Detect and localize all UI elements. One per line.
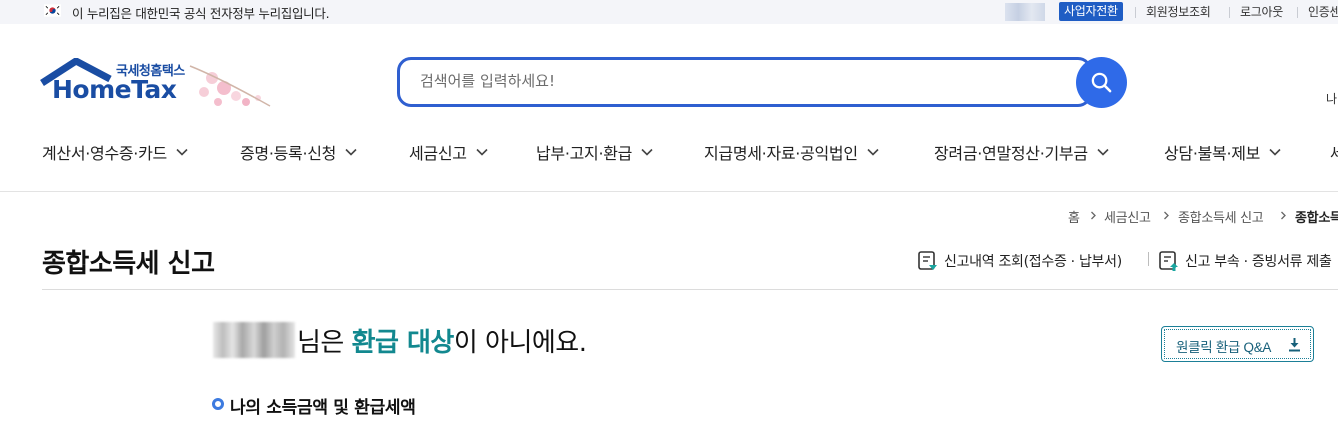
search-input[interactable] <box>420 72 1060 90</box>
gov-bar: 이 누리집은 대한민국 공식 전자정부 누리집입니다. 사업자전환 회원정보조회… <box>0 0 1338 24</box>
header-right-text: 나 <box>1326 92 1338 106</box>
user-name-redacted <box>213 322 295 358</box>
divider <box>1229 7 1230 18</box>
result-highlight: 환급 대상 <box>351 328 455 358</box>
gnb-divider <box>0 191 1338 192</box>
chevron-right-icon <box>1281 211 1286 220</box>
one-click-refund-qa-button[interactable]: 원클릭 환급 Q&A <box>1161 326 1314 362</box>
document-submit-link[interactable]: 신고 부속 · 증빙서류 제출 <box>1185 251 1332 271</box>
gnb-item-tax-report[interactable]: 세금신고 <box>409 142 488 163</box>
logo-title: HomeTax <box>52 75 177 104</box>
section-title: 나의 소득금액 및 환급세액 <box>230 398 416 418</box>
korea-flag-icon <box>44 4 61 17</box>
search-icon <box>1091 72 1112 93</box>
business-switch-button[interactable]: 사업자전환 <box>1059 2 1123 21</box>
page-title: 종합소득세 신고 <box>42 249 215 279</box>
chevron-down-icon <box>345 148 357 156</box>
result-prefix: 님은 <box>297 328 352 358</box>
chevron-down-icon <box>641 148 653 156</box>
divider <box>1297 7 1298 18</box>
gnb-label: 상담·불복·제보 <box>1164 144 1261 163</box>
gnb-item-invoice[interactable]: 계산서·영수증·카드 <box>42 142 188 163</box>
breadcrumb-current: 종합소득세 <box>1295 211 1338 226</box>
logout-link[interactable]: 로그아웃 <box>1240 3 1283 20</box>
gov-notice-text: 이 누리집은 대한민국 공식 전자정부 누리집입니다. <box>72 6 330 21</box>
gnb-item-payment-statement[interactable]: 지급명세·자료·공익법인 <box>704 142 879 163</box>
breadcrumb-income-tax[interactable]: 종합소득세 신고 <box>1178 207 1264 226</box>
chevron-down-icon <box>1097 148 1109 156</box>
member-info-link[interactable]: 회원정보조회 <box>1146 3 1211 20</box>
cert-center-link[interactable]: 인증센터 <box>1308 3 1338 20</box>
chevron-down-icon <box>476 148 488 156</box>
report-history-link[interactable]: 신고내역 조회(접수증 · 납부서) <box>944 251 1122 271</box>
download-icon <box>1289 338 1300 352</box>
breadcrumb-home[interactable]: 홈 <box>1068 207 1080 226</box>
gnb-item-more[interactable]: 세 <box>1330 142 1338 163</box>
chevron-down-icon <box>867 148 879 156</box>
gnb-label: 세금신고 <box>409 144 467 163</box>
search-box <box>397 57 1092 107</box>
gnb-label: 납부·고지·환급 <box>536 144 633 163</box>
breadcrumb-tax-report[interactable]: 세금신고 <box>1104 207 1151 226</box>
section-bullet-icon <box>212 398 224 410</box>
refund-result-message: 님은 환급 대상이 아니에요. <box>297 322 587 359</box>
user-name-redacted <box>1005 3 1045 21</box>
gnb-label: 지급명세·자료·공익법인 <box>704 144 858 163</box>
gnb-label: 계산서·영수증·카드 <box>42 144 167 163</box>
report-history-icon <box>918 251 937 270</box>
chevron-right-icon <box>1091 211 1096 220</box>
gnb-item-incentive[interactable]: 장려금·연말정산·기부금 <box>934 142 1109 163</box>
chevron-right-icon <box>1164 211 1169 220</box>
gnb-item-certificate[interactable]: 증명·등록·신청 <box>240 142 357 163</box>
chevron-down-icon <box>1269 148 1281 156</box>
qa-button-label: 원클릭 환급 Q&A <box>1176 340 1272 355</box>
gnb-label: 세 <box>1330 144 1338 163</box>
search-button[interactable] <box>1076 57 1127 108</box>
divider <box>1148 252 1149 266</box>
chevron-down-icon <box>176 148 188 156</box>
gnb-item-consult[interactable]: 상담·불복·제보 <box>1164 142 1281 163</box>
result-suffix: 이 아니에요. <box>453 328 587 358</box>
divider <box>1135 7 1136 18</box>
gnb-label: 증명·등록·신청 <box>240 144 337 163</box>
gnb-label: 장려금·연말정산·기부금 <box>934 144 1088 163</box>
hometax-logo[interactable]: 국세청홈택스 HomeTax <box>40 58 280 116</box>
title-divider <box>42 289 1338 290</box>
gnb-item-payment[interactable]: 납부·고지·환급 <box>536 142 653 163</box>
document-submit-icon <box>1159 251 1178 271</box>
